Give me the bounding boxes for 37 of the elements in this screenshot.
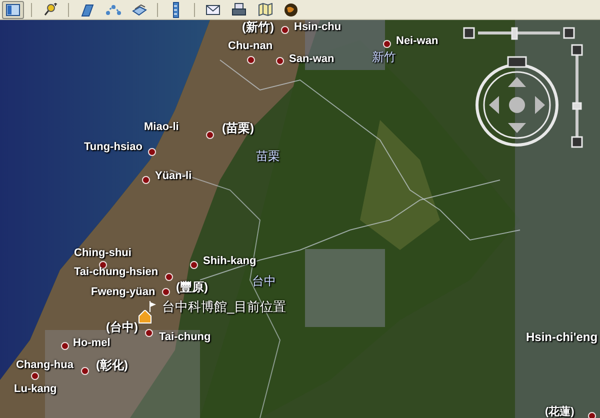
place-label: Tai-chung xyxy=(159,332,211,343)
place-label: Hsin-chi'eng xyxy=(526,331,598,343)
place-label: 苗栗 xyxy=(256,150,280,162)
place-label: Chu-nan xyxy=(228,41,273,52)
place-label: (花蓮) xyxy=(545,407,574,418)
flag-icon xyxy=(149,301,157,312)
place-label: (苗栗) xyxy=(222,122,254,134)
place-label: 台中 xyxy=(252,275,276,287)
sidebar-icon xyxy=(6,4,20,16)
place-label: Yüan-li xyxy=(155,171,192,182)
ruler-icon xyxy=(173,2,179,18)
place-label: Ho-mel xyxy=(73,338,110,349)
place-label: Fweng-yüan xyxy=(91,287,156,298)
place-label: Miao-li xyxy=(144,122,179,133)
place-label: Lu-kang xyxy=(14,384,57,395)
place-label: 台中科博館_目前位置 xyxy=(162,300,286,313)
printer-icon xyxy=(232,3,246,16)
sidebar-button[interactable] xyxy=(2,0,24,18)
image-overlay-icon xyxy=(132,2,146,16)
path-icon xyxy=(106,2,120,16)
place-label: Tung-hsiao xyxy=(84,142,142,153)
polygon-icon xyxy=(80,2,94,16)
place-label: (新竹) xyxy=(242,21,274,33)
place-label: Nei-wan xyxy=(396,36,438,47)
place-label: (豐原) xyxy=(176,281,208,293)
place-label: 新竹 xyxy=(372,51,396,63)
place-label: (台中) xyxy=(106,321,138,333)
globe-icon xyxy=(284,2,298,16)
place-label: Ching-shui xyxy=(74,248,132,259)
place-label: San-wan xyxy=(289,54,334,65)
place-label: Shih-kang xyxy=(203,256,256,267)
place-label: (彰化) xyxy=(96,359,128,371)
place-label: Hsin-chu xyxy=(294,22,342,33)
place-label: Tai-chung-hsien xyxy=(74,267,158,278)
folded-map-icon xyxy=(258,3,272,16)
place-label: Chang-hua xyxy=(16,360,74,371)
envelope-icon xyxy=(206,4,220,14)
